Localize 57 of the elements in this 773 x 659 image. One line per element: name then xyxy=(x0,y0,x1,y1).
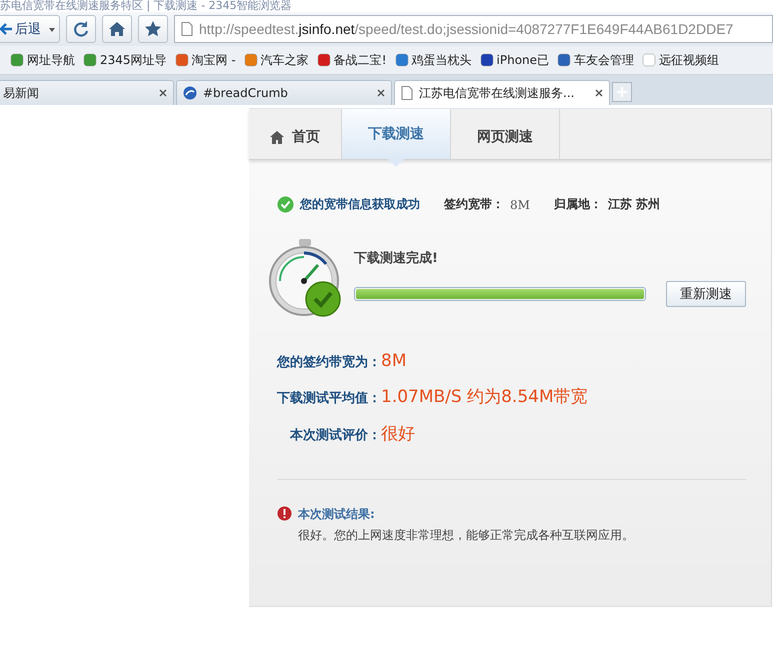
refresh-button[interactable] xyxy=(66,15,96,43)
stopwatch-icon xyxy=(268,237,342,319)
result-value: 8M xyxy=(381,351,408,371)
result-value: 1.07MB/S 约为8.54M带宽 xyxy=(381,386,588,408)
refresh-icon xyxy=(72,20,90,38)
bookmark-icon xyxy=(10,53,24,67)
retest-button[interactable]: 重新测速 xyxy=(666,281,746,307)
favorite-button[interactable] xyxy=(138,15,168,43)
home-button[interactable] xyxy=(102,15,132,43)
bookmark-icon xyxy=(83,53,97,67)
page-icon xyxy=(181,22,193,36)
bookmark-icon xyxy=(174,53,189,67)
back-button[interactable]: 后退 xyxy=(0,15,60,43)
star-icon xyxy=(144,20,162,38)
bookmark-link[interactable]: 远征视频组 xyxy=(642,52,720,68)
check-icon xyxy=(277,196,294,213)
address-field[interactable]: http://speedtest.jsinfo.net/speed/test.do;jsessionid=4087277F1E649F44AB61D2DDE7 xyxy=(174,15,773,43)
bookmark-link[interactable]: 淘宝网 - xyxy=(174,52,236,68)
result-label: 您的签约带宽为： xyxy=(277,354,381,371)
location-label: 归属地： xyxy=(554,196,602,213)
result-label: 下载测试平均值： xyxy=(277,390,381,407)
back-arrow-icon xyxy=(0,23,13,35)
window-title: 苏电信宽带在线测速服务特区 | 下载测速 - 2345智能浏览器 xyxy=(0,0,292,12)
status-message: 您的宽带信息获取成功 xyxy=(300,196,420,213)
bookmark-link[interactable]: iPhone已 xyxy=(480,52,550,68)
bookmark-link[interactable]: 汽车之家 xyxy=(244,52,309,68)
summary-title: 本次测试结果: xyxy=(298,506,376,523)
swirl-icon xyxy=(183,86,197,100)
summary-text: 很好。您的上网速度非常理想，能够正常完成各种互联网应用。 xyxy=(298,527,634,544)
bookmark-link[interactable]: 备战二宝! xyxy=(316,52,387,68)
bookmark-link[interactable]: 2345网址导 xyxy=(83,52,167,68)
page-icon xyxy=(401,86,413,100)
bookmark-icon xyxy=(480,53,494,67)
bookmark-link[interactable]: 网址导航 xyxy=(10,52,75,68)
bookmark-icon xyxy=(557,53,572,67)
home-icon xyxy=(108,21,126,37)
result-value: 很好 xyxy=(381,423,416,445)
alert-icon xyxy=(277,506,292,521)
contract-label: 签约宽带： xyxy=(444,196,504,213)
browser-tab[interactable]: 江苏电信宽带在线测速服务... xyxy=(394,80,610,105)
browser-tab[interactable]: #breadCrumb xyxy=(176,80,392,105)
browser-tab[interactable]: 易新闻 xyxy=(0,80,174,105)
bookmark-icon xyxy=(394,53,409,67)
close-icon[interactable] xyxy=(377,89,385,97)
test-status-text: 下载测速完成! xyxy=(354,250,439,267)
site-nav-tab[interactable]: 网页测速 xyxy=(451,109,560,159)
bookmark-icon xyxy=(316,53,331,67)
home-icon xyxy=(270,130,284,144)
close-icon[interactable] xyxy=(595,89,603,97)
location-value: 江苏 苏州 xyxy=(608,196,660,213)
bookmark-icon xyxy=(642,53,656,67)
bookmark-icon xyxy=(244,53,258,67)
bookmark-link[interactable]: 车友会管理 xyxy=(557,52,634,68)
bookmark-link[interactable]: 鸡蛋当枕头 xyxy=(394,52,472,68)
result-label: 本次测试评价： xyxy=(288,427,381,444)
close-icon[interactable] xyxy=(159,89,167,97)
contract-value: 8M xyxy=(510,198,530,212)
